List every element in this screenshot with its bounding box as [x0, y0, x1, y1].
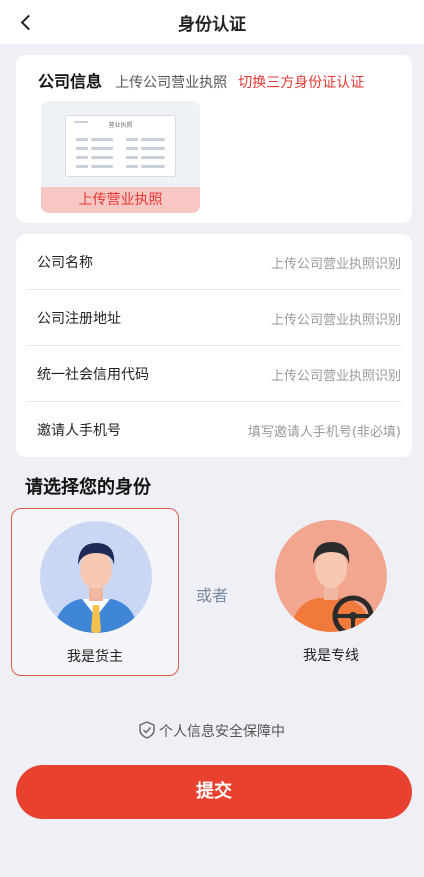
or-text: 或者	[196, 586, 229, 605]
company-info-subtitle: 上传公司营业执照	[115, 75, 228, 91]
submit-button[interactable]: 提交	[16, 765, 412, 819]
doc-line	[76, 147, 88, 150]
doc-line	[126, 147, 138, 150]
doc-line	[141, 147, 165, 150]
company-address-label: 公司注册地址	[37, 311, 121, 327]
shipper-avatar-icon	[40, 521, 152, 633]
doc-line	[74, 121, 88, 123]
role-label-shipper: 我是货主	[67, 649, 123, 665]
company-info-card: 公司信息 上传公司营业执照 切换三方身份证认证 营业执照 上传营业执照	[16, 55, 412, 223]
security-note-text: 个人信息安全保障中	[159, 724, 285, 740]
doc-line	[141, 156, 165, 159]
doc-line	[76, 156, 88, 159]
identity-section-title: 请选择您的身份	[25, 477, 151, 498]
doc-line	[91, 138, 113, 141]
role-label-line: 我是专线	[303, 648, 359, 664]
role-option-shipper[interactable]: 我是货主	[11, 508, 179, 676]
doc-line	[126, 138, 138, 141]
license-upload[interactable]: 营业执照 上传营业执照	[41, 101, 200, 213]
doc-line	[141, 165, 165, 168]
inviter-phone-label: 邀请人手机号	[37, 423, 121, 439]
doc-line	[91, 147, 113, 150]
form-row-inviter-phone[interactable]: 邀请人手机号 填写邀请人手机号(非必填)	[26, 402, 402, 458]
switch-id-auth-link[interactable]: 切换三方身份证认证	[238, 75, 364, 91]
doc-line	[126, 165, 138, 168]
credit-code-label: 统一社会信用代码	[37, 367, 149, 383]
page-title: 身份认证	[178, 15, 246, 35]
doc-line	[76, 165, 88, 168]
license-doc-icon: 营业执照	[65, 115, 176, 177]
form-row-company-name[interactable]: 公司名称 上传公司营业执照识别	[26, 234, 402, 290]
company-name-value: 上传公司营业执照识别	[270, 257, 401, 272]
doc-line	[126, 156, 138, 159]
company-name-label: 公司名称	[37, 255, 93, 271]
company-address-value: 上传公司营业执照识别	[270, 313, 401, 328]
doc-line	[76, 138, 88, 141]
role-option-line[interactable]: 我是专线	[247, 508, 415, 676]
form-row-company-address[interactable]: 公司注册地址 上传公司营业执照识别	[26, 290, 402, 346]
company-form: 公司名称 上传公司营业执照识别 公司注册地址 上传公司营业执照识别 统一社会信用…	[16, 234, 412, 457]
company-info-header: 公司信息 上传公司营业执照 切换三方身份证认证	[38, 68, 364, 92]
security-note: 个人信息安全保障中	[0, 721, 424, 741]
credit-code-value: 上传公司营业执照识别	[270, 369, 401, 384]
form-row-credit-code[interactable]: 统一社会信用代码 上传公司营业执照识别	[26, 346, 402, 402]
upload-license-label: 上传营业执照	[41, 187, 200, 213]
driver-avatar-icon	[275, 520, 387, 632]
company-info-title: 公司信息	[38, 72, 103, 91]
doc-line	[141, 138, 165, 141]
shield-check-icon	[139, 721, 155, 739]
inviter-phone-input[interactable]: 填写邀请人手机号(非必填)	[248, 421, 401, 440]
nav-bar: 身份认证	[0, 0, 424, 44]
doc-line	[91, 156, 113, 159]
doc-line	[91, 165, 113, 168]
